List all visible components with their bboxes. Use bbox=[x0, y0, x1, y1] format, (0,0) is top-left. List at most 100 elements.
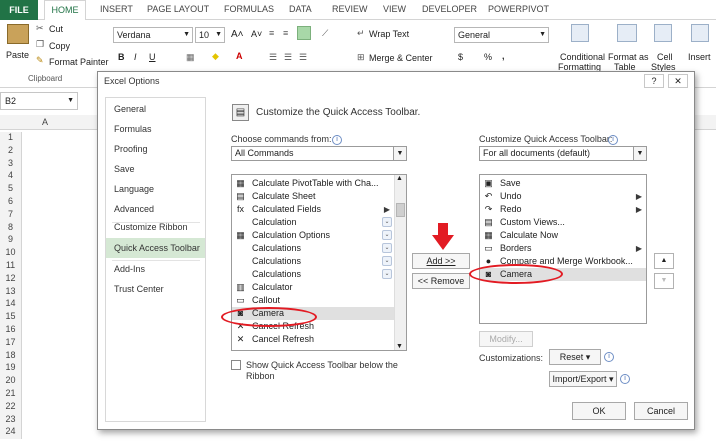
remove-button[interactable]: << Remove bbox=[412, 273, 470, 289]
scroll-thumb[interactable] bbox=[396, 203, 405, 217]
cell-styles-icon[interactable] bbox=[654, 24, 672, 42]
increase-font-icon[interactable]: A˄ bbox=[231, 29, 244, 40]
column-header-a[interactable]: A bbox=[42, 117, 48, 127]
list-item[interactable]: ▭ Callout bbox=[232, 294, 394, 307]
list-item[interactable]: ▥ Calculator bbox=[232, 281, 394, 294]
nav-formulas[interactable]: Formulas bbox=[106, 119, 205, 139]
format-painter-button[interactable]: Format Painter bbox=[49, 57, 109, 67]
font-size-combo[interactable]: 10 ▼ bbox=[195, 27, 225, 43]
align-left-icon[interactable]: ☰ bbox=[269, 52, 277, 63]
row-header[interactable]: 9 bbox=[0, 234, 22, 248]
customize-qat-select[interactable]: For all documents (default) ▼ bbox=[479, 146, 647, 161]
tab-home[interactable]: HOME bbox=[44, 0, 86, 21]
orientation-icon[interactable]: ⟋ bbox=[322, 28, 328, 39]
decrease-font-icon[interactable]: A˅ bbox=[251, 29, 262, 39]
row-header[interactable]: 10 bbox=[0, 247, 22, 261]
list-item[interactable]: ▦ Calculate Now bbox=[480, 229, 646, 242]
tab-view[interactable]: VIEW bbox=[383, 4, 406, 14]
nav-advanced[interactable]: Advanced bbox=[106, 199, 205, 219]
ok-button[interactable]: OK bbox=[572, 402, 626, 420]
cancel-button[interactable]: Cancel bbox=[634, 402, 688, 420]
wrap-text-button[interactable]: Wrap Text bbox=[369, 29, 409, 39]
toolbar-items-list[interactable]: ▣ Save ↶ Undo ▶ ↷ Redo ▶ ▤ Custom Views... ▦ Calcul… bbox=[479, 174, 647, 324]
row-header[interactable]: 7 bbox=[0, 208, 22, 222]
add-button[interactable]: Add >> bbox=[412, 253, 470, 269]
list-item[interactable]: ▦ Calculation Options ⌄ bbox=[232, 229, 394, 242]
list-item[interactable]: ▦ Calculate PivotTable with Cha... bbox=[232, 177, 394, 190]
nav-proofing[interactable]: Proofing bbox=[106, 139, 205, 159]
row-header[interactable]: 21 bbox=[0, 388, 22, 401]
row-header[interactable]: 8 bbox=[0, 221, 22, 235]
comma-button[interactable]: , bbox=[502, 51, 505, 61]
align-right-icon[interactable]: ☰ bbox=[299, 52, 307, 63]
borders-icon[interactable]: ▦ bbox=[186, 52, 195, 63]
nav-trust-center[interactable]: Trust Center bbox=[106, 279, 205, 299]
bold-button[interactable]: B bbox=[118, 52, 125, 62]
font-color-icon[interactable]: A bbox=[236, 51, 243, 61]
currency-button[interactable]: $ bbox=[458, 52, 463, 62]
nav-quick-access-toolbar[interactable]: Quick Access Toolbar bbox=[106, 238, 205, 258]
reset-button[interactable]: Reset ▾ bbox=[549, 349, 601, 365]
row-header[interactable]: 11 bbox=[0, 260, 22, 273]
row-header[interactable]: 1 bbox=[0, 132, 22, 145]
conditional-formatting-label[interactable]: Conditional bbox=[560, 52, 605, 62]
row-header[interactable]: 23 bbox=[0, 413, 22, 427]
row-header[interactable]: 12 bbox=[0, 272, 22, 286]
row-header[interactable]: 5 bbox=[0, 183, 22, 197]
scroll-up-icon[interactable]: ▲ bbox=[396, 175, 403, 182]
list-item[interactable]: Calculations ⌄ bbox=[232, 255, 394, 268]
row-header[interactable]: 3 bbox=[0, 157, 22, 171]
insert-button[interactable]: Insert bbox=[688, 52, 711, 62]
percent-button[interactable]: % bbox=[484, 52, 492, 62]
move-up-button[interactable]: ▲ bbox=[654, 253, 674, 269]
underline-button[interactable]: U bbox=[149, 52, 156, 62]
nav-language[interactable]: Language bbox=[106, 179, 205, 199]
modify-button[interactable]: Modify... bbox=[479, 331, 533, 347]
list-item[interactable]: fx Calculated Fields ▶ bbox=[232, 203, 394, 216]
tab-insert[interactable]: INSERT bbox=[100, 4, 133, 14]
tab-formulas[interactable]: FORMULAS bbox=[224, 4, 274, 14]
name-box[interactable]: B2 ▼ bbox=[0, 92, 78, 110]
align-top-icon[interactable]: ≡ bbox=[269, 28, 274, 38]
align-bottom-icon[interactable] bbox=[297, 26, 311, 40]
close-button[interactable]: ✕ bbox=[668, 74, 688, 88]
list-item[interactable]: ▤ Custom Views... bbox=[480, 216, 646, 229]
list-item[interactable]: ▣ Save bbox=[480, 177, 646, 190]
list-item[interactable]: Calculations ⌄ bbox=[232, 268, 394, 281]
italic-button[interactable]: I bbox=[134, 52, 137, 62]
nav-general[interactable]: General bbox=[106, 99, 205, 119]
row-header[interactable]: 2 bbox=[0, 144, 22, 158]
list-item[interactable]: ▤ Calculate Sheet bbox=[232, 190, 394, 203]
format-as-table-label[interactable]: Format as bbox=[608, 52, 649, 62]
font-name-combo[interactable]: Verdana ▼ bbox=[113, 27, 193, 43]
nav-add-ins[interactable]: Add-Ins bbox=[106, 259, 205, 279]
nav-customize-ribbon[interactable]: Customize Ribbon bbox=[106, 217, 205, 237]
nav-save[interactable]: Save bbox=[106, 159, 205, 179]
row-header[interactable]: 15 bbox=[0, 311, 22, 325]
conditional-formatting-icon[interactable] bbox=[571, 24, 589, 42]
tab-powerpivot[interactable]: POWERPIVOT bbox=[488, 4, 549, 14]
row-header[interactable]: 6 bbox=[0, 196, 22, 209]
align-center-icon[interactable]: ☰ bbox=[284, 52, 292, 63]
cell-styles-label[interactable]: Cell bbox=[657, 52, 673, 62]
choose-commands-select[interactable]: All Commands ▼ bbox=[231, 146, 407, 161]
row-header[interactable]: 14 bbox=[0, 298, 22, 312]
list-item[interactable]: ↷ Redo ▶ bbox=[480, 203, 646, 216]
tab-data[interactable]: DATA bbox=[289, 4, 312, 14]
list-item[interactable]: ↶ Undo ▶ bbox=[480, 190, 646, 203]
scroll-down-icon[interactable]: ▼ bbox=[396, 343, 403, 350]
row-header[interactable]: 24 bbox=[0, 426, 22, 440]
fill-color-icon[interactable]: ◆ bbox=[212, 51, 219, 62]
row-header[interactable]: 16 bbox=[0, 324, 22, 337]
paste-icon[interactable] bbox=[7, 24, 29, 44]
tab-review[interactable]: REVIEW bbox=[332, 4, 368, 14]
row-header[interactable]: 4 bbox=[0, 170, 22, 184]
cut-button[interactable]: Cut bbox=[49, 24, 63, 34]
list-item[interactable]: Calculations ⌄ bbox=[232, 242, 394, 255]
list-item[interactable]: ▭ Borders ▶ bbox=[480, 242, 646, 255]
move-down-button[interactable]: ▼ bbox=[654, 273, 674, 289]
row-header[interactable]: 17 bbox=[0, 336, 22, 350]
row-header[interactable]: 19 bbox=[0, 362, 22, 376]
tab-page-layout[interactable]: PAGE LAYOUT bbox=[147, 4, 209, 14]
tab-file[interactable]: FILE bbox=[0, 0, 38, 20]
